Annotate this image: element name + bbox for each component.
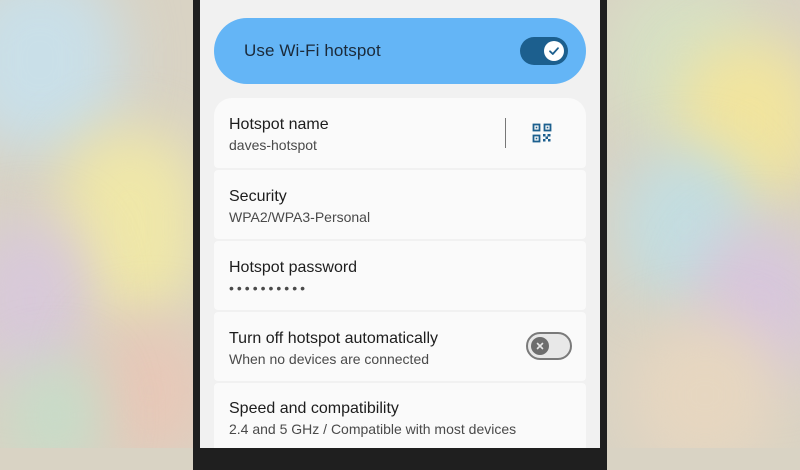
security-value: WPA2/WPA3-Personal <box>229 209 371 225</box>
hotspot-password-item[interactable]: Hotspot password •••••••••• <box>214 241 586 310</box>
hotspot-password-title: Hotspot password <box>229 259 358 276</box>
qr-code-icon[interactable] <box>532 123 552 143</box>
check-icon <box>544 41 564 61</box>
speed-compatibility-title: Speed and compatibility <box>229 400 399 417</box>
hotspot-name-value: daves-hotspot <box>229 137 317 153</box>
use-wifi-hotspot-switch[interactable] <box>520 37 568 65</box>
vertical-divider <box>505 118 506 148</box>
hotspot-name-item[interactable]: Hotspot name daves-hotspot <box>214 98 586 168</box>
use-wifi-hotspot-label: Use Wi-Fi hotspot <box>244 41 381 60</box>
speed-compatibility-value: 2.4 and 5 GHz / Compatible with most dev… <box>229 421 517 437</box>
close-icon <box>531 337 549 355</box>
turn-off-automatically-switch[interactable] <box>526 332 572 360</box>
hotspot-password-value: •••••••••• <box>229 280 309 296</box>
security-title: Security <box>229 188 287 205</box>
security-item[interactable]: Security WPA2/WPA3-Personal <box>214 170 586 239</box>
speed-compatibility-item[interactable]: Speed and compatibility 2.4 and 5 GHz / … <box>214 383 586 448</box>
hotspot-name-title: Hotspot name <box>229 116 329 133</box>
hotspot-settings-screen: Use Wi-Fi hotspot Hotspot name daves-hot… <box>200 0 600 448</box>
turn-off-automatically-subtitle: When no devices are connected <box>229 351 430 367</box>
use-wifi-hotspot-toggle-row[interactable]: Use Wi-Fi hotspot <box>214 18 586 84</box>
turn-off-automatically-item[interactable]: Turn off hotspot automatically When no d… <box>214 312 586 381</box>
turn-off-automatically-title: Turn off hotspot automatically <box>229 330 438 347</box>
